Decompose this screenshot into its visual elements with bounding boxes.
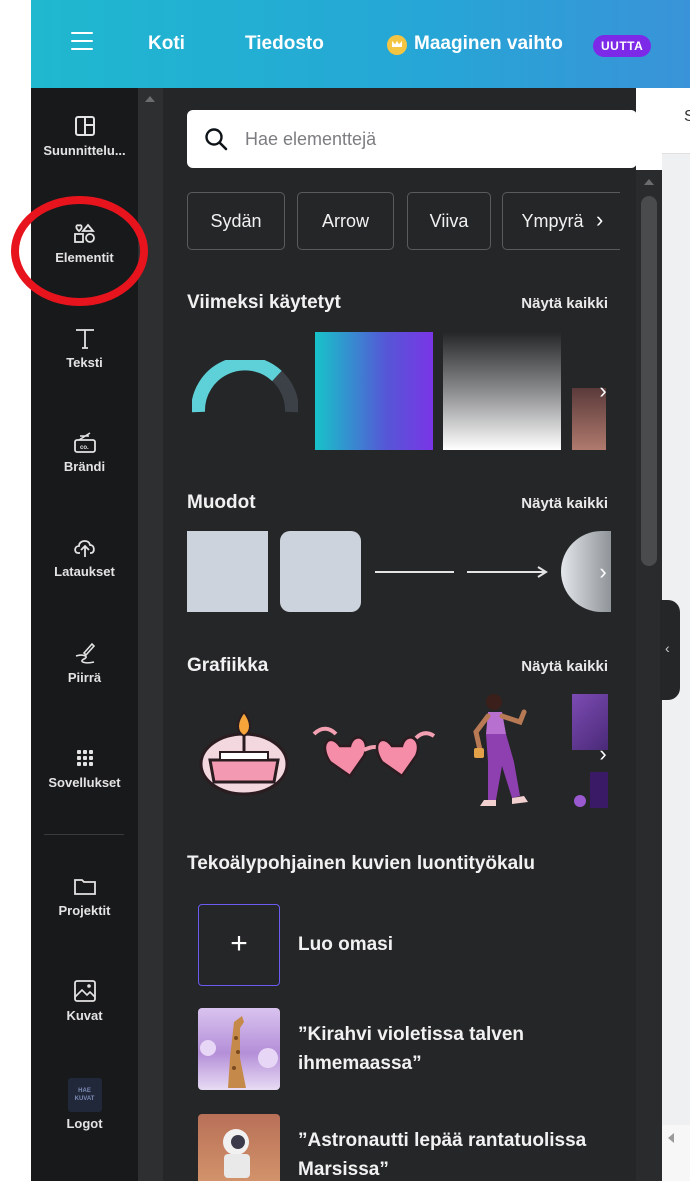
logo-icon: HAE KUVAT xyxy=(67,1078,102,1112)
graphic-dancing-woman[interactable] xyxy=(458,692,542,812)
sidebar-divider xyxy=(44,834,124,835)
top-bar: Koti Tiedosto Maaginen vaihto UUTTA xyxy=(31,0,690,88)
brand-icon: co. xyxy=(73,432,96,453)
shape-square[interactable] xyxy=(187,531,268,612)
giraffe-icon xyxy=(200,1016,278,1088)
sidebar-item-apps[interactable]: Sovellukset xyxy=(31,745,138,790)
scroll-up-icon[interactable] xyxy=(644,179,654,185)
chip-arrow[interactable]: Arrow xyxy=(297,192,394,250)
search-icon xyxy=(205,128,228,151)
panel-scrollbar-thumb[interactable] xyxy=(641,196,657,566)
ai-generator-title: Tekoälypohjainen kuvien luontityökalu xyxy=(187,853,536,874)
recent-next-icon[interactable]: › xyxy=(586,374,620,408)
recent-item-gradient-blue[interactable] xyxy=(315,332,433,450)
astronaut-icon xyxy=(223,1129,250,1178)
plus-icon: + xyxy=(230,927,248,960)
recent-see-all-link[interactable]: Näytä kaikki xyxy=(521,295,608,312)
draw-icon xyxy=(75,642,95,664)
panel-scrollbar[interactable] xyxy=(636,170,662,1181)
collapse-panel-button[interactable]: ‹ xyxy=(660,600,680,700)
chip-line[interactable]: Viiva xyxy=(407,192,491,250)
image-icon xyxy=(73,980,96,1002)
sidebar-item-projects[interactable]: Projektit xyxy=(31,873,138,918)
shapes-next-icon[interactable]: › xyxy=(586,555,620,589)
sidebar-item-logos[interactable]: HAE KUVAT Logot xyxy=(31,1078,138,1131)
graphics-see-all-link[interactable]: Näytä kaikki xyxy=(521,658,608,675)
shapes-title: Muodot xyxy=(187,492,256,513)
layout-icon xyxy=(74,116,95,136)
text-icon xyxy=(75,329,94,349)
ai-example-giraffe-image[interactable] xyxy=(198,1008,280,1090)
shapes-see-all-link[interactable]: Näytä kaikki xyxy=(521,495,608,512)
recent-item-gradient-gray[interactable] xyxy=(443,332,561,450)
crown-icon xyxy=(387,35,407,55)
sidebar-item-label: Projektit xyxy=(58,903,111,918)
menu-icon[interactable] xyxy=(71,32,93,54)
sidebar-item-brand[interactable]: co. Brändi xyxy=(31,429,138,474)
canvas-tab[interactable]: S xyxy=(662,88,690,154)
chevron-left-icon: ‹ xyxy=(665,640,670,656)
ai-example-astronaut-text[interactable]: ”Astronautti lepää rantatuolissa Marsiss… xyxy=(298,1126,598,1181)
recent-item-arc[interactable] xyxy=(192,360,298,415)
nav-home[interactable]: Koti xyxy=(148,33,185,55)
sidebar-item-label: Logot xyxy=(66,1116,103,1131)
sidebar-item-label: Teksti xyxy=(66,355,103,370)
graphic-candle[interactable] xyxy=(196,708,292,796)
sidebar-item-label: Suunnittelu... xyxy=(43,143,126,158)
chip-scroll-right-icon[interactable]: › xyxy=(596,207,603,233)
ai-example-giraffe-text[interactable]: ”Kirahvi violetissa talven ihmemaassa” xyxy=(298,1020,598,1078)
canvas-horizontal-scrollbar[interactable] xyxy=(662,1125,690,1181)
svg-text:co.: co. xyxy=(80,445,89,451)
scroll-left-icon[interactable] xyxy=(668,1133,674,1143)
sidebar-item-draw[interactable]: Piirrä xyxy=(31,640,138,685)
recent-title: Viimeksi käytetyt xyxy=(187,292,341,313)
ai-example-astronaut-image[interactable] xyxy=(198,1114,280,1181)
upload-icon xyxy=(73,540,95,557)
ai-create-button[interactable]: + xyxy=(198,904,280,986)
sidebar-item-label: Kuvat xyxy=(66,1008,103,1023)
sidebar-item-text[interactable]: Teksti xyxy=(31,325,138,370)
chip-heart[interactable]: Sydän xyxy=(187,192,285,250)
ai-create-label[interactable]: Luo omasi xyxy=(298,930,598,959)
sidebar-item-label: Brändi xyxy=(63,459,106,474)
highlight-ring xyxy=(11,196,148,306)
sidebar-item-label: Sovellukset xyxy=(48,775,121,790)
shape-line[interactable] xyxy=(375,571,454,573)
shape-rounded-square[interactable] xyxy=(280,531,361,612)
shape-arrow-line[interactable] xyxy=(467,564,549,580)
search-input[interactable]: Hae elementtejä xyxy=(187,110,637,168)
graphic-heart-glasses[interactable] xyxy=(312,722,436,784)
nav-magic-switch[interactable]: Maaginen vaihto xyxy=(414,33,563,55)
sidebar-item-label: Lataukset xyxy=(54,564,115,579)
sidebar-item-photos[interactable]: Kuvat xyxy=(31,978,138,1023)
search-placeholder: Hae elementtejä xyxy=(245,129,377,149)
graphic-partial-bar xyxy=(590,772,608,808)
graphic-partial-dot xyxy=(574,795,586,807)
sidebar-item-uploads[interactable]: Lataukset xyxy=(31,534,138,579)
new-badge: UUTTA xyxy=(593,35,652,57)
graphics-title: Grafiikka xyxy=(187,655,269,676)
sidebar-item-label: Piirrä xyxy=(67,670,102,685)
sidebar-item-design[interactable]: Suunnittelu... xyxy=(31,113,138,158)
folder-icon xyxy=(73,879,96,895)
logo-thumb-text: HAE KUVAT xyxy=(74,1088,95,1102)
apps-icon xyxy=(76,750,93,766)
nav-file[interactable]: Tiedosto xyxy=(245,33,324,55)
graphics-next-icon[interactable]: › xyxy=(586,737,620,771)
